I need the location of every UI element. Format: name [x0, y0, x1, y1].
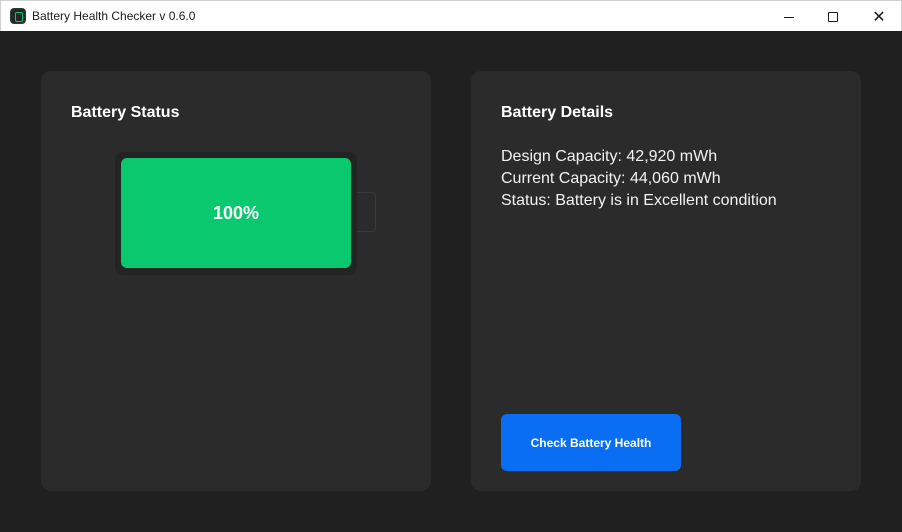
battery-details-card: Battery Details Design Capacity: 42,920 … — [471, 71, 861, 491]
battery-status-title: Battery Status — [71, 104, 180, 121]
battery-details-list: Design Capacity: 42,920 mWh Current Capa… — [501, 146, 777, 212]
design-capacity-text: Design Capacity: 42,920 mWh — [501, 148, 718, 165]
minimize-icon — [784, 17, 794, 18]
battery-details-title: Battery Details — [501, 104, 614, 121]
maximize-button[interactable] — [810, 1, 856, 32]
check-battery-health-button[interactable]: Check Battery Health — [501, 414, 681, 471]
main-content: Battery Status 100% Battery Details Desi… — [0, 31, 902, 532]
battery-graphic: 100% — [115, 152, 357, 275]
title-bar: Battery Health Checker v 0.6.0 ✕ — [0, 0, 902, 31]
battery-percent-label: 100% — [212, 202, 260, 223]
battery-status-card: Battery Status 100% — [41, 71, 431, 491]
window-title: Battery Health Checker v 0.6.0 — [32, 9, 196, 23]
minimize-button[interactable] — [766, 1, 812, 32]
battery-charge-fill: 100% — [121, 158, 351, 268]
close-button[interactable]: ✕ — [856, 1, 902, 32]
battery-terminal — [357, 192, 376, 232]
current-capacity-text: Current Capacity: 44,060 mWh — [501, 170, 721, 187]
status-text: Status: Battery is in Excellent conditio… — [501, 192, 777, 209]
close-icon: ✕ — [872, 6, 886, 26]
app-logo-icon — [10, 8, 26, 24]
maximize-icon — [828, 11, 838, 22]
